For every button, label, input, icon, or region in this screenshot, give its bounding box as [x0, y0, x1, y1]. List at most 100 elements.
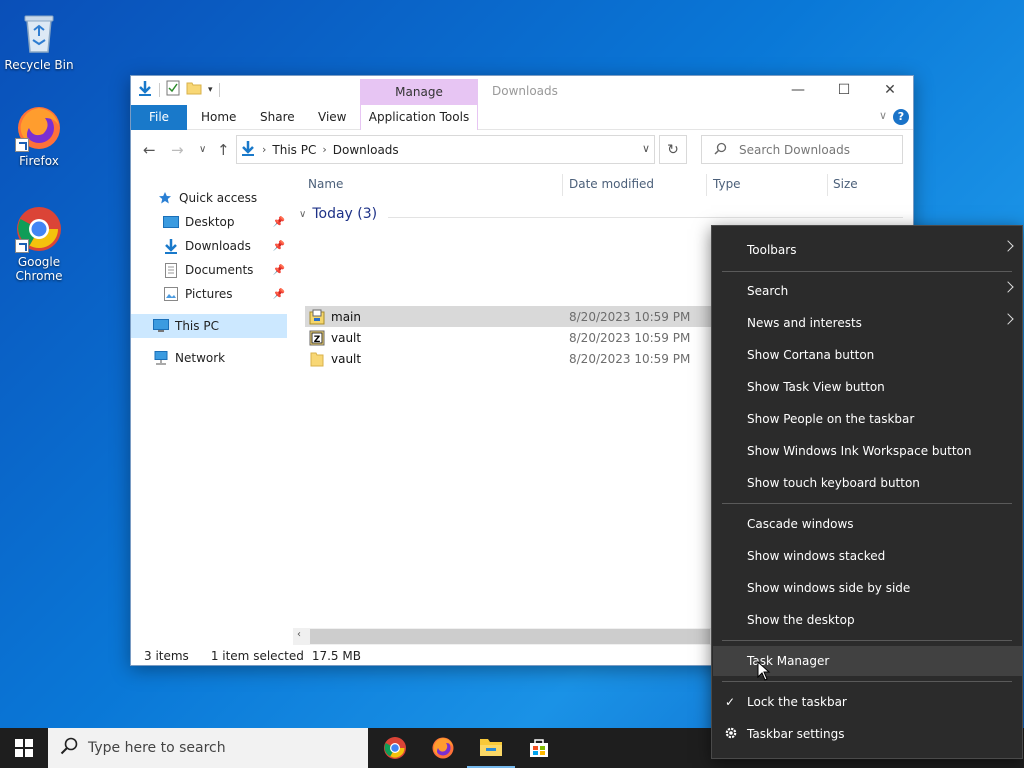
title-bar: ▾ Manage Downloads — ☐ ✕: [131, 76, 913, 106]
nav-label: Network: [175, 351, 226, 365]
scroll-left-icon[interactable]: ‹: [297, 629, 301, 640]
address-bar[interactable]: › This PC › Downloads ∨: [236, 135, 655, 164]
column-separator[interactable]: [827, 174, 828, 196]
taskbar-search-input[interactable]: Type here to search: [88, 740, 226, 756]
help-icon[interactable]: ?: [893, 109, 909, 125]
menu-item-news-and-interests[interactable]: News and interests: [713, 308, 1022, 338]
menu-label: Show People on the taskbar: [747, 412, 915, 426]
menu-item-toolbars[interactable]: Toolbars: [713, 235, 1022, 265]
menu-item-windows-side-by-side[interactable]: Show windows side by side: [713, 573, 1022, 603]
minimize-button[interactable]: —: [775, 76, 821, 104]
nav-item-network[interactable]: Network: [131, 346, 287, 370]
status-selected-size: 17.5 MB: [311, 649, 361, 663]
menu-label: Taskbar settings: [747, 727, 845, 741]
close-button[interactable]: ✕: [867, 76, 913, 104]
menu-item-lock-taskbar[interactable]: ✓ Lock the taskbar: [713, 687, 1022, 717]
up-icon[interactable]: ↑: [217, 141, 230, 159]
menu-item-show-ink-workspace[interactable]: Show Windows Ink Workspace button: [713, 436, 1022, 466]
tab-application-tools[interactable]: Application Tools: [360, 105, 478, 130]
start-button[interactable]: [0, 728, 48, 768]
tab-share[interactable]: Share: [260, 105, 295, 130]
column-header-size[interactable]: Size: [833, 168, 858, 200]
column-header-date-modified[interactable]: Date modified: [569, 168, 654, 200]
menu-label: Show touch keyboard button: [747, 476, 920, 490]
shortcut-arrow-icon: [15, 239, 29, 253]
menu-label: Search: [747, 284, 789, 298]
submenu-arrow-icon: [1002, 313, 1014, 325]
nav-item-this-pc[interactable]: This PC: [131, 314, 287, 338]
menu-separator: [722, 271, 1012, 272]
nav-item-documents[interactable]: Documents 📌: [131, 258, 287, 282]
tab-home[interactable]: Home: [201, 105, 236, 130]
network-icon: [153, 350, 169, 366]
checkmark-icon: ✓: [725, 695, 736, 709]
taskbar-chrome[interactable]: [371, 728, 419, 768]
customize-qat-icon[interactable]: ▾: [208, 85, 213, 95]
menu-item-search[interactable]: Search: [713, 276, 1022, 306]
menu-label: News and interests: [747, 316, 862, 330]
search-box[interactable]: Search Downloads: [701, 135, 903, 164]
breadcrumb-separator-icon[interactable]: ›: [322, 143, 326, 156]
pin-icon[interactable]: 📌: [273, 217, 285, 228]
firefox-icon: [432, 737, 454, 759]
menu-separator: [722, 681, 1012, 682]
pin-icon[interactable]: 📌: [273, 241, 285, 252]
taskbar-search-box[interactable]: Type here to search: [48, 728, 368, 768]
maximize-button[interactable]: ☐: [821, 76, 867, 104]
forward-icon[interactable]: →: [171, 141, 184, 159]
tab-file[interactable]: File: [131, 105, 187, 130]
folder-icon: [309, 351, 325, 367]
refresh-button[interactable]: ↻: [659, 135, 687, 164]
menu-item-windows-stacked[interactable]: Show windows stacked: [713, 541, 1022, 571]
nav-label: Desktop: [185, 215, 235, 229]
column-separator[interactable]: [706, 174, 707, 196]
file-name: vault: [331, 330, 362, 345]
nav-item-quick-access[interactable]: Quick access: [131, 186, 287, 210]
menu-item-taskbar-settings[interactable]: Taskbar settings: [713, 719, 1022, 749]
scrollbar-thumb[interactable]: [310, 629, 710, 644]
chrome-icon: [384, 737, 406, 759]
breadcrumb-this-pc[interactable]: This PC: [272, 143, 316, 157]
menu-label: Cascade windows: [747, 517, 854, 531]
nav-item-pictures[interactable]: Pictures 📌: [131, 282, 287, 306]
windows-logo-icon: [15, 739, 33, 757]
back-icon[interactable]: ←: [143, 141, 156, 159]
menu-item-show-task-view[interactable]: Show Task View button: [713, 372, 1022, 402]
column-header-name[interactable]: Name: [308, 168, 343, 200]
taskbar-firefox[interactable]: [419, 728, 467, 768]
properties-icon[interactable]: [166, 80, 180, 99]
menu-separator: [722, 503, 1012, 504]
nav-item-downloads[interactable]: Downloads 📌: [131, 234, 287, 258]
menu-item-cascade-windows[interactable]: Cascade windows: [713, 509, 1022, 539]
desktop-icon-recycle-bin[interactable]: Recycle Bin: [1, 8, 77, 72]
breadcrumb-downloads[interactable]: Downloads: [333, 143, 399, 157]
nav-label: Quick access: [179, 191, 258, 205]
tab-view[interactable]: View: [318, 105, 346, 130]
menu-item-show-touch-keyboard[interactable]: Show touch keyboard button: [713, 468, 1022, 498]
recent-locations-icon[interactable]: ∨: [199, 144, 206, 155]
address-dropdown-icon[interactable]: ∨: [642, 142, 650, 155]
column-header-type[interactable]: Type: [713, 168, 741, 200]
group-header-today[interactable]: ∨ Today (3): [299, 206, 377, 222]
column-separator[interactable]: [562, 174, 563, 196]
desktop-icon-google-chrome[interactable]: Google Chrome: [1, 205, 77, 283]
nav-item-desktop[interactable]: Desktop 📌: [131, 210, 287, 234]
new-folder-icon[interactable]: [186, 81, 202, 98]
menu-item-show-people[interactable]: Show People on the taskbar: [713, 404, 1022, 434]
taskbar-microsoft-store[interactable]: [515, 728, 563, 768]
search-input[interactable]: Search Downloads: [739, 143, 850, 157]
menu-item-show-cortana[interactable]: Show Cortana button: [713, 340, 1022, 370]
taskbar-file-explorer[interactable]: [467, 728, 515, 768]
archive-icon: Z: [309, 330, 325, 346]
collapse-group-icon[interactable]: ∨: [299, 209, 306, 220]
tab-manage[interactable]: Manage: [360, 79, 478, 106]
expand-ribbon-icon[interactable]: ∨: [879, 109, 887, 122]
breadcrumb-separator-icon[interactable]: ›: [262, 143, 266, 156]
address-row: ← → ∨ ↑ › This PC › Downloads ∨ ↻ Search…: [131, 132, 913, 168]
chrome-icon: [15, 205, 63, 253]
menu-item-show-desktop[interactable]: Show the desktop: [713, 605, 1022, 635]
pin-icon[interactable]: 📌: [273, 289, 285, 300]
desktop-icon-firefox[interactable]: Firefox: [1, 104, 77, 168]
pin-icon[interactable]: 📌: [273, 265, 285, 276]
ribbon-tabs: File Home Share View Application Tools ∨…: [131, 105, 913, 130]
